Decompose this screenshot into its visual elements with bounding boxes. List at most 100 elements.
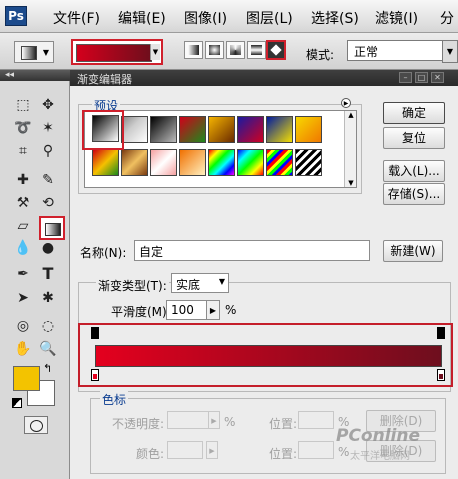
tool-preset-picker[interactable]: ▼: [14, 41, 54, 63]
opacity-stop-left[interactable]: [91, 327, 99, 339]
toolbox-collapse[interactable]: ◂◂: [0, 70, 70, 81]
gradient-picker[interactable]: ▼: [71, 39, 163, 65]
brush-tool-icon[interactable]: ✎: [38, 170, 58, 190]
presets-menu-icon[interactable]: ▶: [341, 98, 351, 108]
3d-orbit-icon[interactable]: ◌: [38, 316, 58, 336]
reflected-gradient-icon: [251, 45, 262, 55]
preset-black-transparent[interactable]: [150, 116, 177, 143]
blur-tool-icon[interactable]: 💧: [13, 238, 33, 258]
scroll-up-icon[interactable]: ▲: [347, 111, 355, 119]
preset-blue-red[interactable]: [237, 116, 264, 143]
crop-tool-icon[interactable]: ⌗: [13, 141, 33, 161]
marquee-tool-icon[interactable]: ⬚: [13, 95, 33, 115]
color-stop-right-fill: [439, 374, 443, 379]
preset-striped-rainbow[interactable]: [266, 149, 293, 176]
swap-colors-icon[interactable]: ↰: [43, 362, 52, 375]
name-input[interactable]: 自定: [134, 240, 370, 261]
preset-rainbow[interactable]: [208, 149, 235, 176]
preset-spectrum-2[interactable]: [237, 149, 264, 176]
default-colors-icon[interactable]: [12, 398, 22, 408]
diamond-gradient-button[interactable]: [266, 40, 286, 60]
chevron-down-icon[interactable]: ▼: [150, 44, 160, 60]
dodge-tool-icon[interactable]: ●: [38, 238, 58, 258]
color-stop-swatch[interactable]: [167, 441, 203, 459]
healing-brush-icon[interactable]: ✚: [13, 170, 33, 190]
photoshop-logo: Ps: [5, 6, 27, 26]
type-tool-icon[interactable]: T: [38, 264, 58, 284]
gradient-editor-bar[interactable]: [95, 345, 442, 367]
menu-image[interactable]: 图像(I): [184, 8, 227, 28]
watermark-logo: PConline: [336, 426, 421, 446]
reflected-gradient-button[interactable]: [247, 41, 266, 59]
smoothness-slider-icon[interactable]: ▶: [206, 300, 220, 320]
opacity-stop-right[interactable]: [437, 327, 445, 339]
maximize-icon[interactable]: □: [415, 72, 428, 83]
opacity-input[interactable]: [167, 411, 209, 429]
gradient-type-select[interactable]: 实底 ▼: [171, 273, 229, 293]
opacity-percent: %: [224, 415, 236, 429]
radial-gradient-button[interactable]: [205, 41, 224, 59]
quick-mask-button[interactable]: [24, 416, 48, 434]
scroll-down-icon[interactable]: ▼: [347, 179, 355, 187]
zoom-tool-icon[interactable]: 🔍: [38, 339, 58, 359]
preset-red-green[interactable]: [179, 116, 206, 143]
eyedropper-icon[interactable]: ⚲: [38, 141, 58, 161]
reset-button[interactable]: 复位: [383, 127, 445, 149]
chevron-down-icon[interactable]: ▼: [219, 277, 225, 286]
load-button[interactable]: 载入(L)...: [383, 160, 445, 182]
menu-edit[interactable]: 编辑(E): [118, 8, 166, 28]
save-button[interactable]: 存储(S)...: [383, 183, 445, 205]
menu-file[interactable]: 文件(F): [53, 8, 100, 28]
history-brush-icon[interactable]: ⟲: [38, 193, 58, 213]
close-icon[interactable]: ✕: [431, 72, 444, 83]
custom-shape-icon[interactable]: ✱: [38, 288, 58, 308]
presets-scrollbar[interactable]: ▲ ▼: [344, 111, 356, 187]
preset-copper[interactable]: [121, 149, 148, 176]
ok-button[interactable]: 确定: [383, 102, 445, 124]
color-menu-icon[interactable]: ▶: [206, 441, 218, 459]
preset-blue-yellow[interactable]: [266, 116, 293, 143]
clone-stamp-icon[interactable]: ⚒: [13, 193, 33, 213]
chevron-down-icon[interactable]: ▼: [442, 40, 458, 63]
new-button[interactable]: 新建(W): [383, 240, 443, 262]
color-stop-left[interactable]: [91, 369, 99, 381]
mode-value: 正常: [354, 45, 379, 59]
foreground-color-swatch[interactable]: [13, 366, 40, 391]
angle-gradient-button[interactable]: [226, 41, 245, 59]
mode-select[interactable]: 正常 ▼: [347, 40, 458, 63]
move-tool-icon[interactable]: ✥: [38, 95, 58, 115]
eraser-tool-icon[interactable]: ▱: [13, 216, 33, 236]
preset-spectrum-1[interactable]: [92, 149, 119, 176]
preset-yellow-orange[interactable]: [295, 116, 322, 143]
menu-filter[interactable]: 滤镜(I): [375, 8, 418, 28]
menu-more[interactable]: 分: [440, 8, 454, 28]
gradient-preview: [76, 44, 152, 62]
radial-gradient-icon: [209, 45, 220, 55]
smoothness-input[interactable]: 100: [166, 300, 208, 320]
preset-orange-brown[interactable]: [208, 116, 235, 143]
pen-tool-icon[interactable]: ✒: [13, 264, 33, 284]
3d-rotate-icon[interactable]: ◎: [13, 316, 33, 336]
preset-orange-white[interactable]: [179, 149, 206, 176]
color-stop-right[interactable]: [437, 369, 445, 381]
preset-pink[interactable]: [150, 149, 177, 176]
minimize-icon[interactable]: –: [399, 72, 412, 83]
opacity-slider-icon[interactable]: ▶: [208, 411, 220, 429]
hand-tool-icon[interactable]: ✋: [13, 339, 33, 359]
preset-striped-bw[interactable]: [295, 149, 322, 176]
smoothness-label: 平滑度(M):: [111, 305, 171, 319]
magic-wand-icon[interactable]: ✶: [38, 118, 58, 138]
menu-layer[interactable]: 图层(L): [246, 8, 293, 28]
lasso-tool-icon[interactable]: ➰: [13, 118, 33, 138]
path-selection-icon[interactable]: ➤: [13, 288, 33, 308]
menu-select[interactable]: 选择(S): [311, 8, 359, 28]
preset-transparent[interactable]: [121, 116, 148, 143]
watermark-subtext: 太平洋电脑网: [350, 451, 410, 462]
color-location-input[interactable]: [298, 441, 334, 459]
stops-label: 色标: [100, 391, 129, 408]
linear-gradient-button[interactable]: [184, 41, 203, 59]
opacity-location-input[interactable]: [298, 411, 334, 429]
gradient-tool-icon[interactable]: [39, 216, 65, 240]
quick-mask-icon: [30, 420, 43, 432]
gradient-tool-glyph: [45, 223, 61, 236]
